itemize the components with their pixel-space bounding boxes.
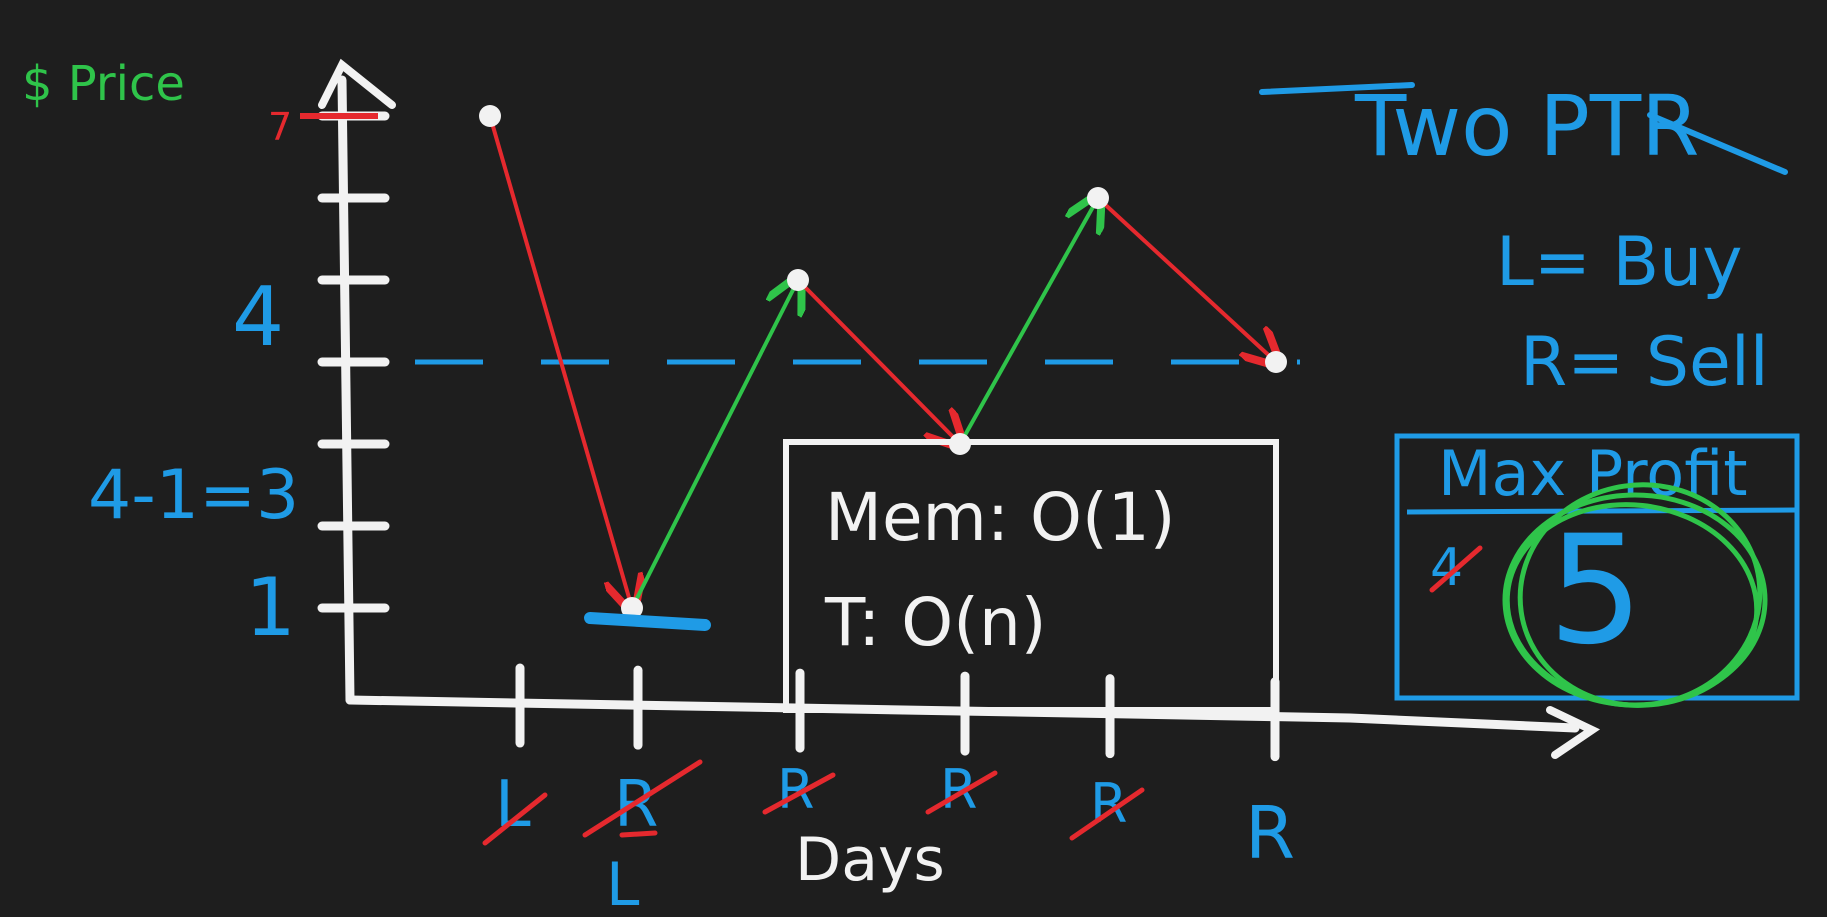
x-axis-title: Days [795, 825, 945, 895]
buy-point-highlight [584, 612, 711, 631]
legend-left-pointer: L= Buy [1496, 223, 1742, 302]
x-axis-arrowhead [1546, 706, 1601, 759]
y-tick-label-7: 7 [268, 105, 292, 149]
y-tick-label-1: 1 [245, 561, 296, 654]
y-axis-arrowhead [318, 58, 396, 109]
price-segment-4-rise [958, 198, 1098, 445]
legend-right-pointer: R= Sell [1520, 323, 1769, 402]
technique-title: Two PTR [1354, 77, 1700, 175]
pointer-label-day-6: R [1245, 791, 1295, 875]
pointer-label-day-4: R [940, 758, 978, 821]
whiteboard-diagram: $ Price Days 7 4 4-1=3 1 L R L R R R R M… [22, 56, 1800, 917]
price-point-day-5 [1087, 187, 1109, 209]
memory-complexity: Mem: O(1) [825, 479, 1176, 556]
underline-day-2 [619, 830, 658, 838]
price-segment-1-fall [488, 115, 632, 608]
y-tick-label-3: 4-1=3 [88, 456, 299, 535]
max-profit-value: 5 [1548, 504, 1643, 678]
y-tick-label-4: 4 [232, 270, 284, 365]
price-point-day-3 [787, 269, 809, 291]
price-point-day-6 [1265, 351, 1287, 373]
notes: Two PTR L= Buy R= Sell [1259, 77, 1788, 402]
time-complexity: T: O(n) [824, 584, 1047, 661]
max-profit-box: Max Profit 4 5 [1394, 433, 1800, 708]
price-segment-5-fall [1096, 196, 1276, 362]
price-point-day-1 [479, 105, 501, 127]
pointer-label-day-2-left: L [606, 850, 640, 917]
complexity-box: Mem: O(1) T: O(n) [783, 439, 1279, 713]
y-axis-title: $ Price [22, 56, 185, 112]
price-segment-2-rise [630, 280, 798, 609]
